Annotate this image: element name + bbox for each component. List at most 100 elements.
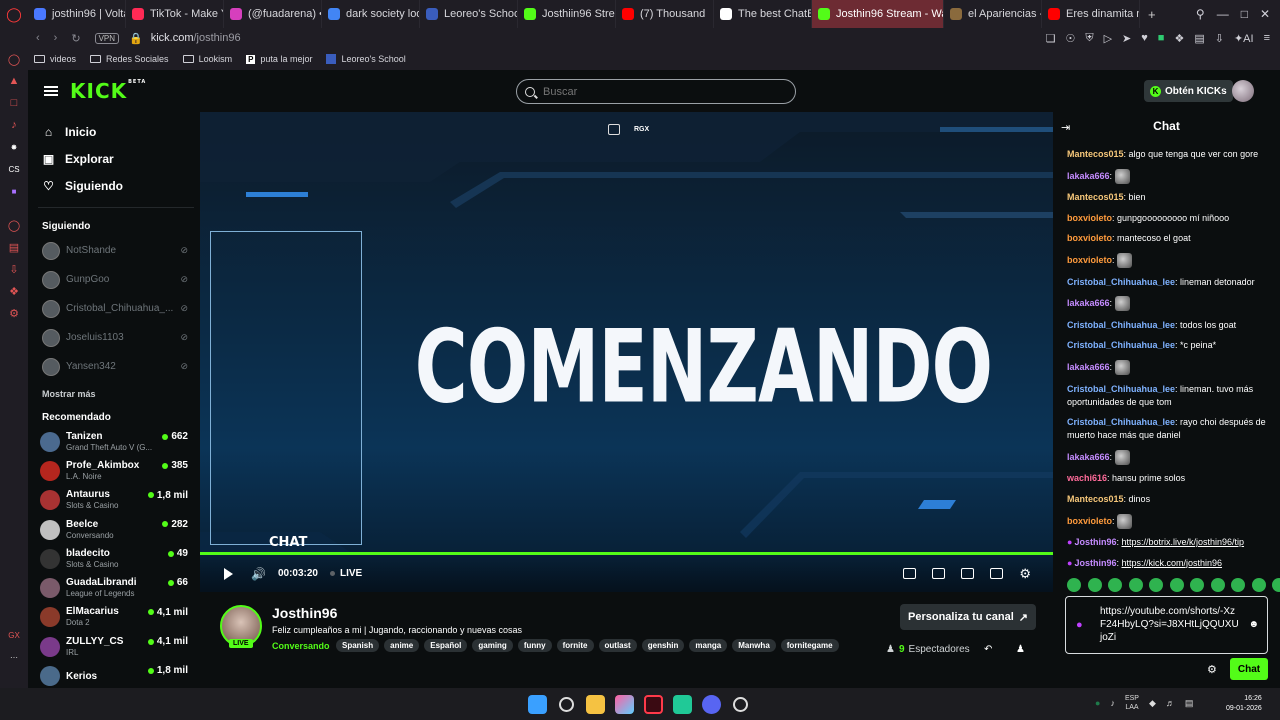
emoji-picker-icon[interactable]: ☻ [1248, 619, 1259, 630]
browser-tab[interactable]: The best ChatBot [714, 0, 812, 28]
chat-username[interactable]: Cristobal_Chihuahua_lee [1067, 320, 1175, 330]
browser-tab[interactable]: (@fuadarena) • F [224, 0, 322, 28]
recommended-item[interactable]: GuadaLibrandi League of Legends 66 [28, 573, 200, 602]
bookmark-item[interactable]: Lookism [182, 54, 232, 64]
emote-icon[interactable] [1128, 578, 1143, 592]
emote-icon[interactable] [1087, 578, 1102, 592]
chat-username[interactable]: lakaka666 [1067, 298, 1110, 308]
emote-icon[interactable] [1149, 578, 1163, 592]
kick-logo[interactable]: KICKBETA [70, 79, 146, 103]
stream-tag[interactable]: anime [384, 639, 420, 652]
language-indicator[interactable]: ESP LAA [1125, 694, 1139, 712]
stream-tag[interactable]: gaming [472, 639, 513, 652]
minimize-icon[interactable]: — [1217, 7, 1229, 21]
search-box[interactable] [516, 79, 796, 104]
chat-username[interactable]: Josthin96 [1074, 558, 1116, 568]
extensions-icon[interactable]: ❖ [0, 280, 28, 302]
lock-icon[interactable]: 🔒 [129, 32, 143, 45]
share-icon[interactable]: ↶ [984, 644, 992, 655]
chat-username[interactable]: boxvioleto [1067, 515, 1112, 525]
forward-icon[interactable]: › [54, 32, 58, 45]
following-item[interactable]: GunpGoo ⊘ [28, 265, 200, 294]
chat-username[interactable]: wachi616 [1067, 473, 1107, 483]
pin-icon[interactable]: ☉ [1065, 32, 1075, 45]
chat-username[interactable]: boxvioleto [1067, 213, 1112, 223]
settings-gear-icon[interactable]: ⚙ [1019, 566, 1031, 582]
photos-icon[interactable] [615, 695, 634, 714]
recommended-item[interactable]: Profe_Akimbox L.A. Noire 385 [28, 456, 200, 485]
stream-tag[interactable]: genshin [641, 639, 685, 652]
clip-icon[interactable] [932, 568, 946, 579]
stream-tag[interactable]: outlast [598, 639, 637, 652]
vpn-badge[interactable]: VPN [94, 32, 120, 44]
chat-username[interactable]: boxvioleto [1067, 255, 1112, 265]
following-item[interactable]: Joseluis1103 ⊘ [28, 323, 200, 352]
recommended-item[interactable]: Antaurus Slots & Casino 1,8 mil [28, 486, 200, 515]
chat-settings-icon[interactable]: ⚙ [1207, 663, 1217, 676]
chat-username[interactable]: Cristobal_Chihuahua_lee [1067, 384, 1175, 394]
stream-tag[interactable]: Spanish [336, 639, 380, 652]
recommended-item[interactable]: Beelce Conversando 282 [28, 515, 200, 544]
emote-icon[interactable] [1272, 578, 1280, 592]
following-item[interactable]: Yansen342 ⊘ [28, 352, 200, 381]
emote-icon[interactable] [1067, 578, 1081, 592]
recommended-item[interactable]: Kerios 1,8 mil [28, 661, 200, 690]
app-icon[interactable] [733, 697, 748, 712]
search-icon[interactable] [559, 697, 574, 712]
browser-tab[interactable]: Josthiin96 Stream [518, 0, 616, 28]
chat-send-button[interactable]: Chat [1230, 658, 1268, 680]
stream-category[interactable]: Conversando [272, 641, 330, 651]
bookmark-item[interactable]: Redes Sociales [90, 54, 169, 64]
customize-channel-button[interactable]: Personaliza tu canal ↗ [900, 604, 1036, 630]
history-icon[interactable]: ◯ [0, 214, 28, 236]
following-item[interactable]: Cristobal_Chihuahua_... ⊘ [28, 294, 200, 323]
emote-icon[interactable] [1231, 578, 1245, 592]
url-field[interactable]: kick.com/josthin96 [151, 32, 241, 44]
gx-icon[interactable]: GX [0, 624, 28, 646]
hamburger-icon[interactable] [44, 86, 58, 96]
recommended-item[interactable]: Tanizen Grand Theft Auto V (G... 662 [28, 427, 200, 456]
tray-dot-icon[interactable]: ● [1095, 698, 1100, 708]
tiktok-icon[interactable]: ♪ [0, 114, 28, 136]
send-icon[interactable]: ➤ [1122, 32, 1131, 45]
ai-button[interactable]: ✦AI [1234, 32, 1254, 45]
microphone-icon[interactable]: ♪ [1110, 698, 1115, 708]
settings-icon[interactable]: ⚙ [0, 302, 28, 324]
chat-link[interactable]: https://kick.com/josthin96 [1121, 558, 1222, 568]
chat-username[interactable]: Cristobal_Chihuahua_lee [1067, 417, 1175, 427]
heart-icon[interactable]: ♥ [1141, 32, 1148, 45]
opera-gx-icon[interactable] [644, 695, 663, 714]
show-more-link[interactable]: Mostrar más [28, 381, 200, 407]
fullscreen-icon[interactable] [990, 568, 1004, 579]
search-tabs-icon[interactable]: ⚲ [1196, 7, 1205, 21]
chat-username[interactable]: Cristobal_Chihuahua_lee [1067, 277, 1175, 287]
chat-username[interactable]: lakaka666 [1067, 362, 1110, 372]
browser-tab[interactable]: Eres dinamita nen [1042, 0, 1140, 28]
browser-tab[interactable]: el Apariencias - [944, 0, 1042, 28]
snapshot-icon[interactable]: ❏ [1046, 32, 1056, 45]
player-icon[interactable]: ▲ [0, 70, 28, 92]
collapse-chat-icon[interactable]: ⇥ [1061, 121, 1070, 134]
browser-tab[interactable]: (7) Thousand [616, 0, 714, 28]
emote-icon[interactable] [1190, 578, 1204, 592]
stream-tag[interactable]: fornitegame [780, 639, 839, 652]
shield-icon[interactable]: ⛨ [1085, 32, 1093, 45]
following-item[interactable]: NotShande ⊘ [28, 236, 200, 265]
recommended-item[interactable]: bladecito Slots & Casino 49 [28, 544, 200, 573]
stream-tag[interactable]: manga [689, 639, 728, 652]
video-player[interactable]: RGX CHAT COMENZANDO 🔊 00:03:20 LIVE ⚙ [200, 112, 1053, 592]
menu-icon[interactable]: ≡ [1264, 32, 1270, 45]
stream-tag[interactable]: Manwha [732, 639, 776, 652]
cs-icon[interactable]: CS [0, 158, 28, 180]
reload-icon[interactable]: ↻ [71, 32, 80, 45]
nav-item-siguiendo[interactable]: ♡ Siguiendo [28, 172, 200, 199]
chat-username[interactable]: lakaka666 [1067, 452, 1110, 462]
recommended-item[interactable]: ElMacarius Dota 2 4,1 mil [28, 603, 200, 632]
chat-username[interactable]: Mantecos015 [1067, 494, 1124, 504]
bookmark-item[interactable]: videos [34, 54, 76, 64]
stream-tag[interactable]: funny [517, 639, 552, 652]
emote-icon[interactable] [1169, 578, 1184, 592]
chat-username[interactable]: boxvioleto [1067, 233, 1112, 243]
mini-player-icon[interactable] [903, 568, 917, 579]
bookmark-item[interactable]: Pputa la mejor [246, 54, 312, 64]
